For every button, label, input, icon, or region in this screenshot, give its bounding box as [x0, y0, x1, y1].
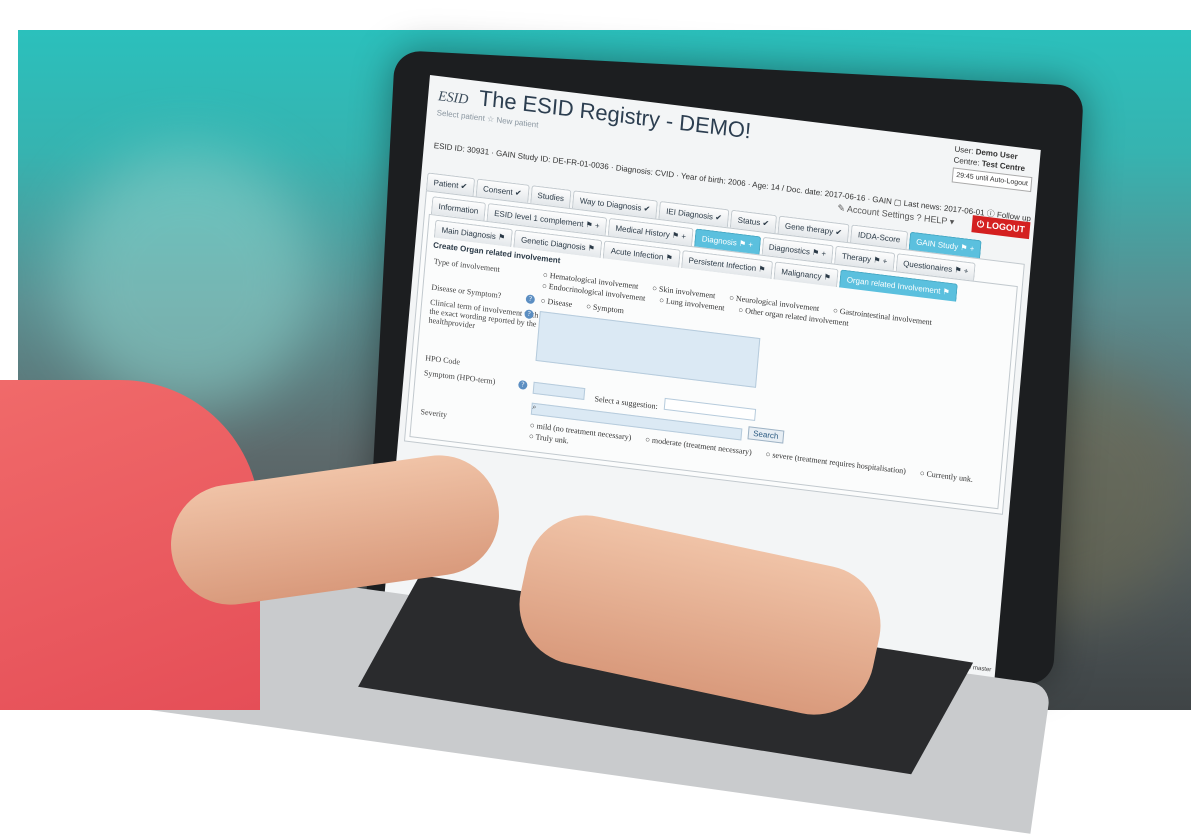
radio-disease[interactable]: Disease — [540, 296, 573, 309]
radio-symptom[interactable]: Symptom — [586, 302, 625, 315]
esid-logo: ESID — [437, 89, 469, 108]
background-blur-light — [58, 150, 318, 410]
user-info: User: Demo User Centre: Test Centre 29:4… — [951, 143, 1035, 193]
search-icon: ⌕ — [532, 403, 537, 412]
help-link[interactable]: ? HELP ▾ — [916, 212, 954, 227]
radio-currently-unk[interactable]: Currently unk. — [919, 468, 973, 484]
clinical-term-label: Clinical term of involvement with the ex… — [428, 297, 539, 331]
symptom-label: Symptom (HPO-term)? — [422, 368, 534, 414]
hpo-code-input[interactable] — [532, 381, 586, 401]
help-icon[interactable]: ? — [525, 294, 536, 305]
help-icon[interactable]: ? — [517, 379, 528, 390]
search-button[interactable]: Search — [747, 426, 784, 444]
